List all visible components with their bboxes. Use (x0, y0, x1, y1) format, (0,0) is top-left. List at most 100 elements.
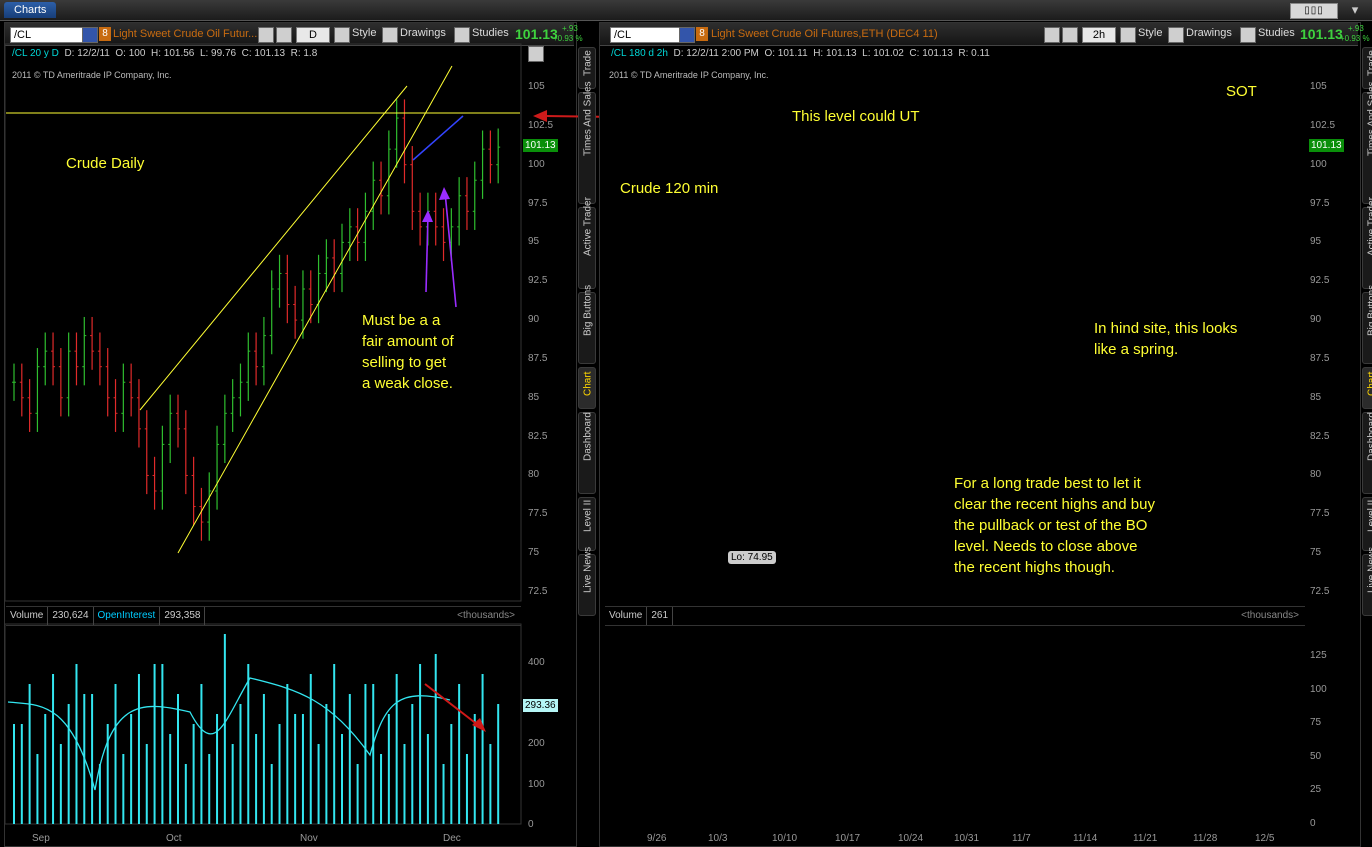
side-tab-big-buttons[interactable]: Big Buttons (1362, 285, 1372, 364)
right-x-tick: 11/28 (1193, 833, 1218, 844)
side-tab-times-and-sales[interactable]: Times And Sales (1362, 81, 1372, 204)
left-x-tick: Oct (166, 833, 182, 844)
left-volume-units: <thousands> (457, 610, 515, 621)
side-tab-label: Chart (582, 371, 594, 396)
left-y-tick: 90 (528, 314, 540, 326)
right-annotation-sot: SOT (1226, 83, 1257, 100)
spring-line: In hind site, this looks (1094, 320, 1238, 337)
side-tab-chart[interactable]: Chart (578, 367, 596, 409)
right-period-selector[interactable]: 2h (1082, 27, 1116, 43)
side-tab-level-ii[interactable]: Level II (1362, 497, 1372, 551)
note-line: a weak close. (362, 375, 453, 392)
left-volume-plot (4, 623, 522, 825)
note-line: selling to get (362, 354, 447, 371)
right-tools-icon[interactable] (1062, 27, 1078, 43)
left-volume-label: Volume (6, 607, 49, 625)
side-tab-label: Chart (1366, 371, 1372, 396)
left-y-tick: 87.5 (528, 352, 548, 364)
side-tab-live-news[interactable]: Live News (578, 546, 596, 616)
left-oi-label: OpenInterest (94, 607, 161, 625)
right-x-tick: 11/7 (1012, 833, 1031, 844)
right-settings-icon[interactable] (1044, 27, 1060, 43)
note-line: fair amount of (362, 333, 454, 350)
right-style-icon[interactable] (1120, 27, 1136, 43)
right-vol-tick: 25 (1310, 784, 1322, 795)
right-studies-button[interactable]: Studies (1255, 25, 1298, 41)
right-chart-panel (599, 22, 1361, 847)
right-info-high: H: 101.13 (813, 48, 857, 59)
side-tab-label: Live News (582, 546, 594, 593)
right-info-bar: /CL 180 d 2h D: 12/2/11 2:00 PM O: 101.1… (611, 47, 990, 61)
right-y-tick: 105 (1310, 81, 1327, 92)
right-annotation-level: This level could UT (792, 108, 920, 125)
right-style-button[interactable]: Style (1135, 25, 1165, 41)
right-y-tick: 97.5 (1310, 197, 1330, 209)
right-volume-header: Volume 261 <thousands> (605, 606, 1305, 626)
side-tab-big-buttons[interactable]: Big Buttons (578, 285, 596, 364)
right-studies-icon[interactable] (1240, 27, 1256, 43)
left-x-tick: Dec (443, 833, 461, 844)
left-purple-arrow-head (439, 187, 450, 200)
left-y-tick: 85 (528, 391, 540, 403)
right-y-tick: 85 (1310, 391, 1322, 403)
right-vol-tick: 100 (1310, 683, 1327, 695)
left-vol-tick: 0 (528, 819, 534, 830)
right-copyright: 2011 © TD Ameritrade IP Company, Inc. (609, 70, 769, 80)
side-tab-live-news[interactable]: Live News (1362, 546, 1372, 616)
side-tab-times-and-sales[interactable]: Times And Sales (578, 81, 596, 204)
left-price-tag: 101.13 (523, 139, 558, 152)
trade-line: the recent highs though. (954, 559, 1115, 576)
right-drawings-button[interactable]: Drawings (1183, 25, 1235, 41)
trade-line: level. Needs to close above (954, 538, 1138, 555)
right-x-tick: 10/3 (708, 833, 728, 844)
side-tab-label: Trade (582, 50, 594, 76)
right-annotation-spring: In hind site, this looks like a spring. (1094, 318, 1237, 360)
right-vol-tick: 0 (1310, 817, 1316, 829)
side-tab-level-ii[interactable]: Level II (578, 497, 596, 551)
side-tab-dashboard[interactable]: Dashboard (1362, 412, 1372, 494)
left-purple-arrow (425, 213, 429, 293)
right-symbol-dropdown-icon[interactable] (679, 27, 695, 43)
left-red-arrow (424, 683, 479, 726)
right-y-tick: 77.5 (1310, 508, 1330, 520)
side-tab-label: Dashboard (1366, 412, 1372, 461)
side-tab-active-trader[interactable]: Active Trader (578, 197, 596, 289)
right-info-date: D: 12/2/11 2:00 PM (673, 48, 759, 59)
side-tab-dashboard[interactable]: Dashboard (578, 412, 596, 494)
right-x-tick: 11/21 (1133, 833, 1158, 844)
right-x-tick: 10/17 (835, 833, 861, 844)
right-y-tick: 72.5 (1310, 586, 1330, 597)
left-vol-tick: 200 (528, 738, 545, 749)
left-y-tick: 97.5 (528, 197, 548, 209)
right-drawings-icon[interactable] (1168, 27, 1184, 43)
right-info-low: L: 101.02 (862, 48, 904, 59)
right-symbol-input[interactable]: /CL (610, 27, 684, 43)
side-tab-label: Active Trader (582, 197, 594, 256)
trade-line: For a long trade best to let it (954, 475, 1141, 492)
right-annotation-trade: For a long trade best to let it clear th… (954, 473, 1155, 578)
right-x-tick: 10/31 (954, 833, 980, 844)
side-tab-chart[interactable]: Chart (1362, 367, 1372, 409)
right-volume-value: 261 (647, 607, 674, 625)
left-y-tick: 105 (528, 81, 545, 92)
left-annotation-title: Crude Daily (66, 155, 145, 172)
right-change: +.93 (1348, 24, 1364, 33)
right-vol-tick: 75 (1310, 717, 1322, 728)
left-y-tick: 102.5 (528, 119, 554, 131)
right-volume-units: <thousands> (1241, 610, 1299, 621)
right-link-badge[interactable]: 8 (696, 27, 708, 41)
right-x-tick: 11/14 (1073, 833, 1098, 844)
side-tab-active-trader[interactable]: Active Trader (1362, 197, 1372, 289)
left-y-tick: 92.5 (528, 275, 548, 287)
right-volume-label: Volume (605, 607, 648, 625)
left-y-tick: 77.5 (528, 508, 548, 520)
left-oi-line (7, 677, 451, 791)
side-tab-label: Times And Sales (1366, 81, 1372, 156)
left-y-tick: 80 (528, 469, 540, 481)
right-x-tick: 10/24 (898, 833, 924, 844)
trade-line: the pullback or test of the BO (954, 517, 1148, 534)
right-vol-tick: 50 (1310, 750, 1322, 762)
left-x-tick: Nov (300, 833, 318, 844)
side-tab-label: Live News (1366, 546, 1372, 593)
right-x-tick: 10/10 (772, 833, 798, 844)
